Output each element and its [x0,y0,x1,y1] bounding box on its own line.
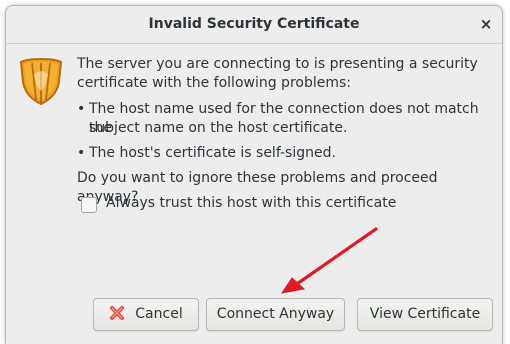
always-trust-label[interactable]: Always trust this host with this certifi… [106,195,396,211]
close-button[interactable]: × [476,14,496,34]
shield-warning-icon [19,58,63,105]
always-trust-checkbox[interactable] [81,197,97,213]
problem-bullet-2: • [77,145,86,161]
view-certificate-button[interactable]: View Certificate [357,298,493,331]
cancel-label: Cancel [135,306,183,322]
invalid-certificate-dialog: Invalid Security Certificate × The serve… [5,5,503,344]
problem-bullet-1: • [77,101,86,117]
connect-anyway-button[interactable]: Connect Anyway [206,298,345,331]
red-x-icon [110,306,125,320]
titlebar: Invalid Security Certificate × [6,6,502,44]
intro-line-2: certificate with the following problems: [77,75,351,91]
problem-1-line-2: subject name on the host certificate. [89,120,348,136]
problem-2-line-1: The host's certificate is self-signed. [89,145,336,161]
intro-line-1: The server you are connecting to is pres… [77,56,478,72]
cancel-button[interactable]: Cancel [93,298,199,331]
dialog-title: Invalid Security Certificate [148,16,360,32]
